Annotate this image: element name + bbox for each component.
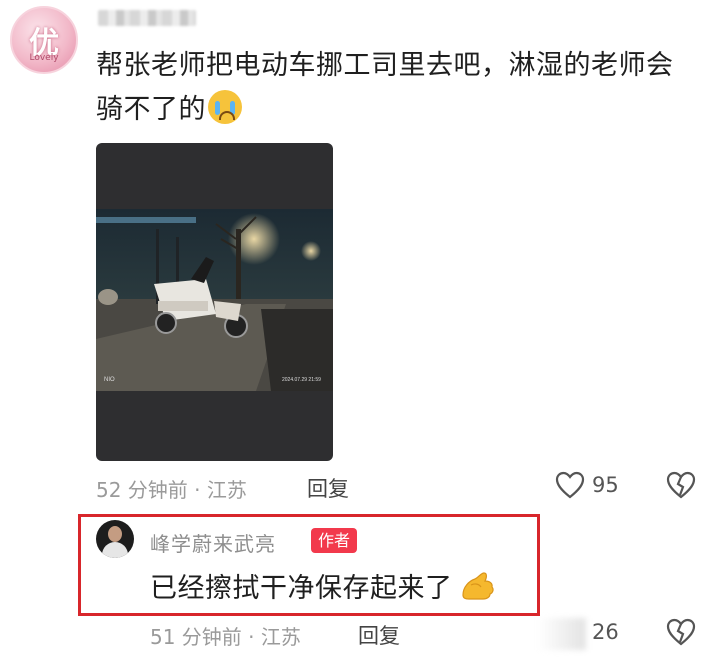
photo-watermark-left: NIO — [104, 377, 115, 383]
comment-reply-button[interactable]: 回复 — [307, 473, 349, 503]
reply-time-location: 51 分钟前 · 江苏 — [150, 625, 301, 649]
source-watermark-blur — [538, 618, 586, 650]
commenter-username-blurred[interactable] — [98, 10, 196, 26]
reply-reply-button[interactable]: 回复 — [358, 620, 400, 650]
thumbs-up-hand-icon — [461, 572, 494, 600]
photo-watermark-right: 2024.07.29 21:59 — [282, 377, 321, 383]
comment-time-location: 52 分钟前 · 江苏 — [96, 478, 247, 502]
author-avatar-body — [102, 542, 128, 558]
photo-scene: NIO 2024.07.29 21:59 — [96, 209, 333, 391]
scooter-night-photo: NIO 2024.07.29 21:59 — [96, 209, 333, 391]
reply-body: 已经擦拭干净保存起来了 — [150, 573, 453, 604]
reply-author-name[interactable]: 峰学蔚来武亮 — [150, 528, 276, 557]
heart-icon[interactable] — [555, 471, 585, 499]
comment-like-count: 95 — [592, 473, 619, 497]
crying-face-icon — [208, 90, 242, 124]
comment-body: 帮张老师把电动车挪工司里去吧，淋湿的老师会骑不了的 — [96, 50, 674, 125]
commenter-avatar[interactable]: 优 Lovely — [10, 6, 78, 74]
reply-text: 已经擦拭干净保存起来了 — [150, 566, 495, 605]
reply-dislike-broken-heart-icon[interactable] — [666, 618, 696, 646]
author-badge: 作者 — [311, 528, 358, 553]
author-avatar-face — [108, 526, 122, 542]
avatar-caption: Lovely — [29, 53, 59, 63]
reply-like-count: 26 — [592, 620, 619, 644]
dislike-broken-heart-icon[interactable] — [666, 471, 696, 499]
author-avatar[interactable] — [96, 520, 134, 558]
comment-text: 帮张老师把电动车挪工司里去吧，淋湿的老师会骑不了的 — [96, 44, 696, 132]
comment-photo[interactable]: NIO 2024.07.29 21:59 — [96, 143, 333, 461]
